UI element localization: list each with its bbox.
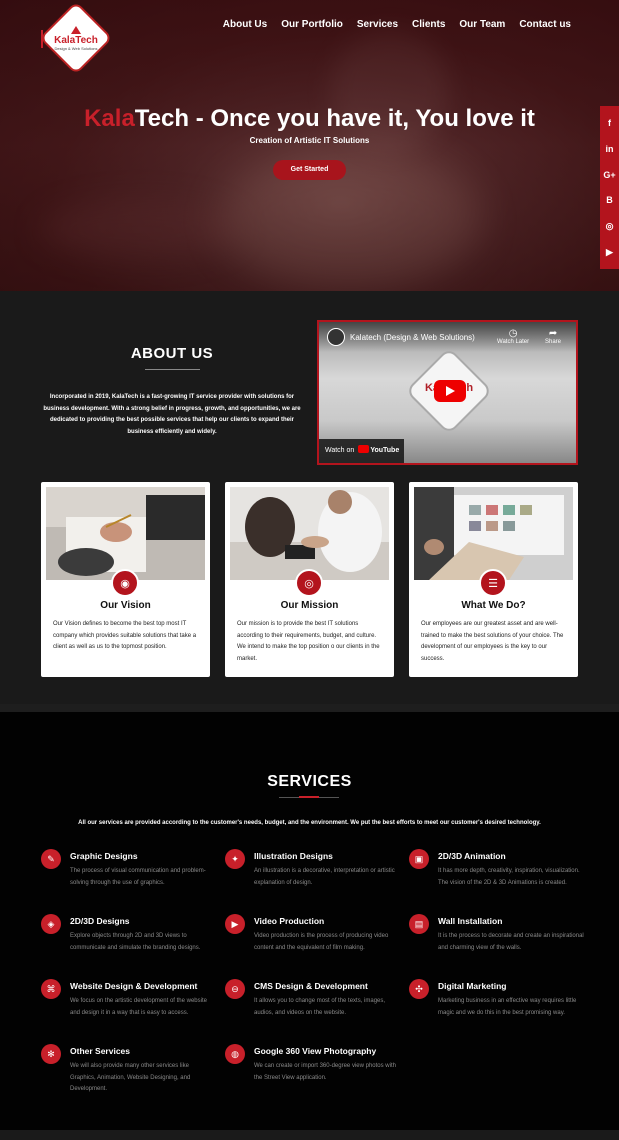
logo-tagline: Design & Web Solutions xyxy=(54,45,98,51)
linkedin-icon[interactable]: in xyxy=(606,144,614,154)
feature-cards: ◉ Our Vision Our Vision defines to becom… xyxy=(41,482,578,677)
service-text: It allows you to change most of the text… xyxy=(254,998,386,1016)
card-our-mission: ◎ Our Mission Our mission is to provide … xyxy=(225,482,394,677)
video-title[interactable]: Kalatech (Design & Web Solutions) xyxy=(350,333,475,342)
service-title: Wall Installation xyxy=(438,916,503,926)
camera-360-icon: ◍ xyxy=(225,1044,245,1064)
service-text: It has more depth, creativity, inspirati… xyxy=(438,868,580,886)
services-divider xyxy=(279,796,339,798)
about-title: ABOUT US xyxy=(130,345,214,362)
hero-title: KalaTech - Once you have it, You love it xyxy=(0,105,619,133)
card-title: What We Do? xyxy=(461,600,526,611)
cms-icon: ⊖ xyxy=(225,979,245,999)
nav-our-portfolio[interactable]: Our Portfolio xyxy=(281,19,343,30)
share-button[interactable]: ➦ Share xyxy=(545,328,561,345)
hero-title-rest: Tech - Once you have it, You love it xyxy=(134,105,535,132)
logo[interactable]: KalaTech Design & Web Solutions xyxy=(50,12,102,64)
facebook-icon[interactable]: f xyxy=(608,118,611,128)
social-sidebar: f in G+ B ◎ ▶ xyxy=(600,106,619,269)
service-title: Video Production xyxy=(254,916,325,926)
nav-contact-us[interactable]: Contact us xyxy=(519,19,571,30)
service-title: CMS Design & Development xyxy=(254,981,368,991)
blogger-icon[interactable]: B xyxy=(606,195,613,205)
service-title: Digital Marketing xyxy=(438,981,507,991)
what-we-do-image xyxy=(414,487,573,580)
channel-avatar[interactable] xyxy=(327,328,345,346)
services-title: SERVICES xyxy=(267,773,352,790)
instagram-icon[interactable]: ◎ xyxy=(606,221,614,231)
service-text: It is the process to decorate and create… xyxy=(438,933,584,951)
watch-later-button[interactable]: ◷ Watch Later xyxy=(497,328,529,345)
youtube-logo-icon xyxy=(358,445,370,453)
logo-brand: KalaTech xyxy=(54,34,98,46)
hero-section: KalaTech Design & Web Solutions About Us… xyxy=(0,0,619,291)
about-divider xyxy=(145,369,200,370)
service-title: 2D/3D Designs xyxy=(70,916,130,926)
logo-mark-icon xyxy=(71,25,81,34)
services-intro: All our services are provided according … xyxy=(78,820,541,826)
illustration-icon: ✦ xyxy=(225,849,245,869)
graphic-design-icon: ✎ xyxy=(41,849,61,869)
card-what-we-do: ☰ What We Do? Our employees are our grea… xyxy=(409,482,578,677)
service-title: Other Services xyxy=(70,1046,131,1056)
nav-clients[interactable]: Clients xyxy=(412,19,445,30)
about-section: ABOUT US Incorporated in 2019, KalaTech … xyxy=(0,291,619,704)
service-text: Video production is the process of produ… xyxy=(254,933,389,951)
nav-about-us[interactable]: About Us xyxy=(223,19,267,30)
target-icon: ◎ xyxy=(295,569,323,597)
get-started-button[interactable]: Get Started xyxy=(273,160,346,180)
gear-icon: ✻ xyxy=(41,1044,61,1064)
service-text: We focus on the artistic development of … xyxy=(70,998,207,1016)
main-nav: About Us Our Portfolio Services Clients … xyxy=(209,19,571,30)
video-player[interactable]: Kalatech (Design & Web Solutions) ◷ Watch… xyxy=(317,320,578,465)
paint-roller-icon: ▤ xyxy=(409,914,429,934)
service-text: Marketing business in an effective way r… xyxy=(438,998,577,1016)
play-button[interactable] xyxy=(434,380,466,402)
service-title: 2D/3D Animation xyxy=(438,851,506,861)
google-plus-icon[interactable]: G+ xyxy=(603,170,615,180)
service-title: Google 360 View Photography xyxy=(254,1046,377,1056)
card-title: Our Vision xyxy=(100,600,151,611)
service-text: Explore objects through 2D and 3D views … xyxy=(70,933,201,951)
share-icon: ➦ xyxy=(548,328,558,339)
card-text: Our Vision defines to become the best to… xyxy=(53,621,197,650)
youtube-icon[interactable]: ▶ xyxy=(606,247,613,257)
video-camera-icon: ▶ xyxy=(225,914,245,934)
card-title: Our Mission xyxy=(280,600,339,611)
network-icon: ✣ xyxy=(409,979,429,999)
card-text: Our mission is to provide the best IT so… xyxy=(237,621,380,662)
cube-icon: ◈ xyxy=(41,914,61,934)
service-text: The process of visual communication and … xyxy=(70,868,206,886)
nav-services[interactable]: Services xyxy=(357,19,398,30)
vision-image xyxy=(46,487,205,580)
card-text: Our employees are our greatest asset and… xyxy=(421,621,564,662)
browser-icon: ⌘ xyxy=(41,979,61,999)
clock-icon: ◷ xyxy=(508,328,518,339)
service-title: Website Design & Development xyxy=(70,981,198,991)
service-title: Graphic Designs xyxy=(70,851,138,861)
section-divider xyxy=(0,704,619,712)
service-text: We can create or import 360-degree view … xyxy=(254,1063,396,1081)
eye-icon: ◉ xyxy=(111,569,139,597)
services-section: SERVICES All our services are provided a… xyxy=(0,712,619,1130)
service-text: We will also provide many other services… xyxy=(70,1063,191,1092)
hero-subtitle: Creation of Artistic IT Solutions xyxy=(249,136,370,145)
list-icon: ☰ xyxy=(479,569,507,597)
service-text: An illustration is a decorative, interpr… xyxy=(254,868,395,886)
animation-icon: ▣ xyxy=(409,849,429,869)
page: KalaTech Design & Web Solutions About Us… xyxy=(0,0,619,1140)
footer-strip xyxy=(0,1130,619,1140)
watch-on-youtube-button[interactable]: Watch on YouTube xyxy=(319,439,404,463)
service-title: Illustration Designs xyxy=(254,851,333,861)
about-text: Incorporated in 2019, KalaTech is a fast… xyxy=(43,394,301,435)
nav-our-team[interactable]: Our Team xyxy=(459,19,505,30)
hero-title-highlight: Kala xyxy=(84,105,135,132)
mission-image xyxy=(230,487,389,580)
card-our-vision: ◉ Our Vision Our Vision defines to becom… xyxy=(41,482,210,677)
